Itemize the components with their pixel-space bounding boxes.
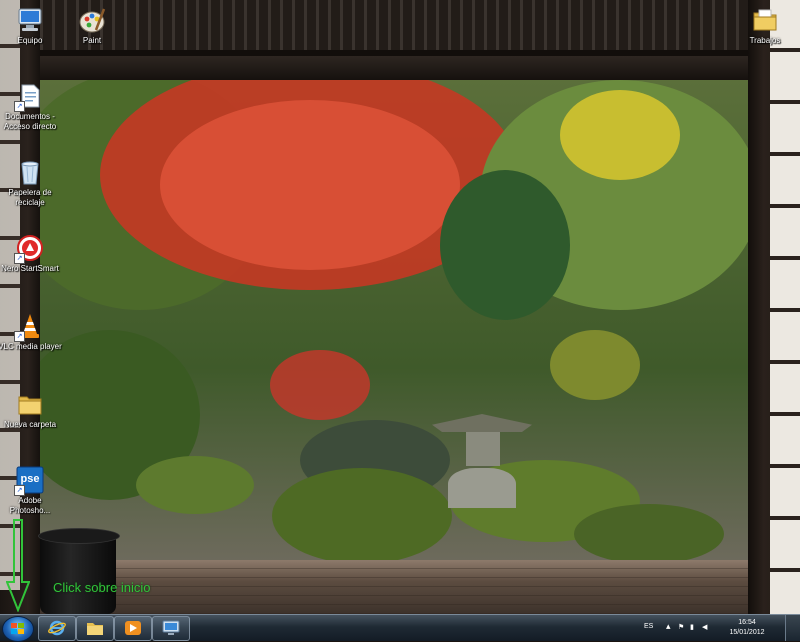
show-desktop-button[interactable] xyxy=(785,615,800,641)
desktop-icon-equipo[interactable]: Equipo xyxy=(0,6,62,46)
paint-palette-icon xyxy=(78,6,106,34)
taskbar-media-player[interactable] xyxy=(114,616,152,641)
shortcut-arrow-icon: ↗ xyxy=(14,253,25,264)
shortcut-arrow-icon: ↗ xyxy=(14,485,25,496)
desktop-icon-label: VLC media player xyxy=(0,342,62,351)
clock-time: 16:54 xyxy=(738,619,756,626)
ie-icon xyxy=(48,620,66,636)
wallpaper-right-post xyxy=(748,0,800,614)
desktop-icon-documentos[interactable]: ↗ Documentos - Acceso directo xyxy=(0,82,62,132)
desktop-icon-papelera[interactable]: Papelera de reciclaje xyxy=(0,158,62,208)
windows-logo-icon xyxy=(11,623,25,635)
start-button[interactable] xyxy=(2,616,34,642)
action-center-flag-icon[interactable]: ⚑ xyxy=(678,623,684,631)
desktop-wallpaper xyxy=(0,0,800,614)
taskbar: ES ▴ ⚑ ▮ ◀ 16:54 15/01/2012 xyxy=(0,614,800,642)
play-icon xyxy=(125,621,141,635)
desktop-icon-photoshop[interactable]: pse ↗ Adobe Photosho... xyxy=(0,466,62,516)
desktop-icon-trabajos[interactable]: Trabajos xyxy=(733,6,797,46)
clock-date: 15/01/2012 xyxy=(729,629,765,636)
folder-icon xyxy=(87,623,103,635)
desktop-icon-label: Equipo xyxy=(17,36,43,45)
language-indicator[interactable]: ES xyxy=(644,623,653,630)
nero-startsmart-icon: ↗ xyxy=(14,234,44,264)
documents-shortcut-icon: ↗ xyxy=(14,82,44,112)
photoshop-elements-icon: pse ↗ xyxy=(14,466,44,496)
green-down-arrow-icon xyxy=(6,519,30,612)
taskbar-internet-explorer[interactable] xyxy=(38,616,76,641)
desktop-icon-label: Adobe Photosho... xyxy=(9,496,51,515)
shortcut-arrow-icon: ↗ xyxy=(14,101,25,112)
clock[interactable]: 16:54 15/01/2012 xyxy=(722,618,772,638)
desktop-icon-nero[interactable]: ↗ Nero StartSmart xyxy=(0,234,62,274)
desktop-icon-label: Paint xyxy=(82,36,102,45)
folder-icon xyxy=(16,390,44,418)
desktop-icon-paint[interactable]: Paint xyxy=(60,6,124,46)
taskbar-control-panel[interactable] xyxy=(152,616,190,641)
hint-text: Click sobre inicio xyxy=(53,580,151,595)
taskbar-windows-explorer[interactable] xyxy=(76,616,114,641)
desktop-icon-label: Trabajos xyxy=(749,36,781,45)
desktop-icon-label: Papelera de reciclaje xyxy=(8,188,52,207)
system-tray: ES ▴ ⚑ ▮ ◀ 16:54 15/01/2012 xyxy=(634,615,784,641)
stone-lantern xyxy=(432,402,532,522)
desktop-icon-label: Nueva carpeta xyxy=(3,420,57,429)
desktop-icon-label: Nero StartSmart xyxy=(1,264,59,273)
folder-icon xyxy=(751,6,779,34)
network-icon[interactable]: ▮ xyxy=(690,623,694,631)
monitor-icon xyxy=(162,620,180,635)
pse-badge-text: pse xyxy=(20,473,40,485)
shortcut-arrow-icon: ↗ xyxy=(14,331,25,342)
desktop-icon-nueva-carpeta[interactable]: Nueva carpeta xyxy=(0,390,62,430)
vlc-cone-icon: ↗ xyxy=(14,312,44,342)
recycle-bin-icon xyxy=(16,158,44,186)
volume-icon[interactable]: ◀ xyxy=(702,623,707,631)
show-hidden-icons-chevron-icon[interactable]: ▴ xyxy=(666,621,671,632)
computer-icon xyxy=(16,6,44,34)
desktop-icon-vlc[interactable]: ↗ VLC media player xyxy=(0,312,62,352)
wallpaper-garden-scene xyxy=(40,80,748,560)
wallpaper-black-pot xyxy=(38,528,120,614)
desktop-icon-label: Documentos - Acceso directo xyxy=(3,112,57,131)
